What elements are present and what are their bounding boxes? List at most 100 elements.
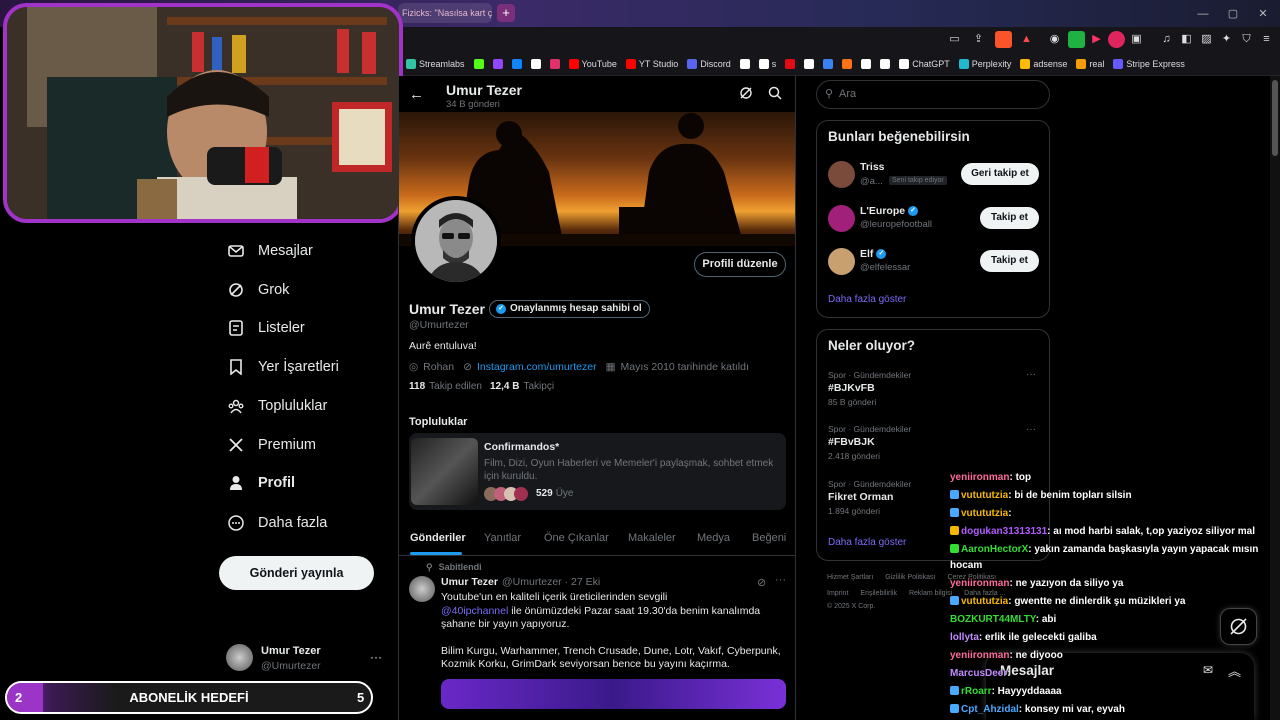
bookmark-item[interactable]: [473, 58, 484, 69]
nav-item-lists[interactable]: Listeler: [228, 313, 305, 343]
chat-username[interactable]: yeniironman: [950, 472, 1009, 483]
bookmark-item[interactable]: [823, 58, 834, 69]
bookmark-item[interactable]: YouTube: [568, 58, 617, 69]
follow-button[interactable]: Takip et: [980, 250, 1039, 272]
sidebar-icon[interactable]: ◧: [1178, 31, 1195, 48]
post-more-icon[interactable]: ···: [775, 574, 786, 586]
vpn-shield-icon[interactable]: ⛉: [1238, 31, 1255, 48]
suggested-user-name[interactable]: L'Europe: [860, 205, 905, 217]
bookmark-item[interactable]: Streamlabs: [406, 58, 465, 69]
chat-username[interactable]: AaronHectorX: [961, 544, 1028, 555]
show-more-link[interactable]: Daha fazla göster: [828, 294, 906, 305]
new-message-icon[interactable]: ✉: [1203, 663, 1213, 677]
expand-icon[interactable]: ︽: [1228, 661, 1241, 680]
extension-icon[interactable]: ◉: [1046, 31, 1063, 48]
browser-tab-active[interactable]: Fizicks: "Nasılsa kart çı: [398, 3, 492, 23]
bookmark-item[interactable]: [804, 58, 815, 69]
chat-username[interactable]: Cpt_Ahzidal: [961, 704, 1019, 715]
trend-name[interactable]: #BJKvFB: [828, 382, 875, 394]
suggested-user-avatar[interactable]: [828, 205, 855, 232]
bookmark-item[interactable]: [530, 58, 541, 69]
search-input[interactable]: ⚲ Ara: [816, 80, 1050, 109]
chat-username[interactable]: rRoarr: [961, 686, 992, 697]
account-avatar[interactable]: [226, 644, 253, 671]
extension-icon[interactable]: [1068, 31, 1085, 48]
nav-item-communities[interactable]: Topluluklar: [228, 391, 327, 421]
nav-item-more[interactable]: Daha fazla: [228, 508, 327, 538]
suggested-user-name[interactable]: Elf: [860, 248, 873, 260]
chat-username[interactable]: lollyta: [950, 632, 979, 643]
grok-icon[interactable]: ⊘: [757, 576, 766, 589]
trend-name[interactable]: #FBvBJK: [828, 436, 875, 448]
footer-link[interactable]: Gizlilik Politikası: [885, 574, 935, 581]
menu-icon[interactable]: ≡: [1258, 31, 1275, 48]
nav-item-profile[interactable]: Profil: [228, 468, 295, 498]
bookmark-item[interactable]: s: [758, 58, 776, 69]
bookmark-item[interactable]: Stripe Express: [1113, 58, 1185, 69]
bookmark-item[interactable]: [492, 58, 503, 69]
follow-button[interactable]: Takip et: [980, 207, 1039, 229]
suggested-user-avatar[interactable]: [828, 161, 855, 188]
profile-avatar[interactable]: [411, 196, 501, 286]
post-mention-link[interactable]: @40ipchannel: [441, 605, 508, 617]
chat-username[interactable]: yeniironman: [950, 578, 1009, 589]
new-tab-button[interactable]: +: [497, 4, 515, 22]
trend-more-icon[interactable]: ···: [1026, 424, 1036, 435]
music-icon[interactable]: ♫: [1158, 31, 1175, 48]
community-card[interactable]: Confirmandos* Film, Dizi, Oyun Haberleri…: [409, 433, 786, 510]
chat-username[interactable]: vutututzia: [961, 508, 1008, 519]
page-scrollbar[interactable]: [1270, 76, 1280, 720]
bookmark-item[interactable]: real: [1076, 58, 1104, 69]
bookmark-item[interactable]: [549, 58, 560, 69]
grok-icon[interactable]: [739, 86, 753, 100]
bookmark-item[interactable]: adsense: [1020, 58, 1067, 69]
tab-highlights[interactable]: Öne Çıkanlar: [544, 532, 609, 544]
chat-username[interactable]: vutututzia: [961, 596, 1008, 607]
chat-username[interactable]: yeniironman: [950, 650, 1009, 661]
extension-icon[interactable]: [1108, 31, 1125, 48]
nav-item-messages[interactable]: Mesajlar: [228, 236, 313, 266]
bookmark-item[interactable]: YT Studio: [625, 58, 678, 69]
extension-icon[interactable]: ▶: [1088, 31, 1105, 48]
bookmark-item[interactable]: Discord: [687, 58, 731, 69]
grok-floating-button[interactable]: [1220, 608, 1257, 645]
extension-icon[interactable]: ▣: [1128, 31, 1145, 48]
followers-link[interactable]: 12,4 B Takipçi: [490, 381, 554, 392]
footer-link[interactable]: Hizmet Şartları: [827, 574, 873, 581]
chat-username[interactable]: dogukan31313131: [961, 526, 1047, 537]
search-icon[interactable]: [768, 86, 782, 100]
bookmark-item[interactable]: Perplexity: [958, 58, 1011, 69]
footer-link[interactable]: Reklam bilgisi: [909, 590, 952, 597]
bookmark-item[interactable]: [511, 58, 522, 69]
tab-media[interactable]: Medya: [697, 532, 730, 544]
chat-username[interactable]: vutututzia: [961, 490, 1008, 501]
bookmark-item[interactable]: [785, 58, 796, 69]
nav-item-bookmarks[interactable]: Yer İşaretleri: [228, 352, 339, 382]
account-menu-button[interactable]: ···: [370, 650, 382, 664]
bookmark-item[interactable]: [842, 58, 853, 69]
post-author-avatar[interactable]: [409, 576, 435, 602]
bookmark-item[interactable]: [880, 58, 891, 69]
minimize-button[interactable]: —: [1188, 4, 1218, 24]
bookmark-item[interactable]: [739, 58, 750, 69]
suggested-user-name[interactable]: Triss: [860, 161, 885, 173]
tab-posts[interactable]: Gönderiler: [410, 532, 466, 544]
maximize-button[interactable]: ▢: [1218, 4, 1248, 24]
post-button[interactable]: Gönderi yayınla: [219, 556, 374, 590]
profile-website-link[interactable]: Instagram.com/umurtezer: [477, 361, 597, 373]
brave-shield-icon[interactable]: [995, 31, 1012, 48]
back-arrow-icon[interactable]: ←: [409, 86, 424, 103]
footer-link[interactable]: Erişilebilirlik: [860, 590, 897, 597]
post-media-preview[interactable]: [441, 679, 786, 709]
tab-articles[interactable]: Makaleler: [628, 532, 676, 544]
follow-back-button[interactable]: Geri takip et: [961, 163, 1039, 185]
bookmark-item[interactable]: ChatGPT: [899, 58, 950, 69]
post-author-name[interactable]: Umur Tezer: [441, 576, 498, 588]
nav-item-premium[interactable]: Premium: [228, 430, 316, 460]
tab-likes[interactable]: Beğeni: [752, 532, 786, 544]
screenshot-icon[interactable]: ▭: [946, 31, 963, 48]
brave-rewards-icon[interactable]: ▲: [1018, 31, 1035, 48]
image-icon[interactable]: ▨: [1198, 31, 1215, 48]
close-window-button[interactable]: ✕: [1248, 4, 1278, 24]
tab-replies[interactable]: Yanıtlar: [484, 532, 521, 544]
